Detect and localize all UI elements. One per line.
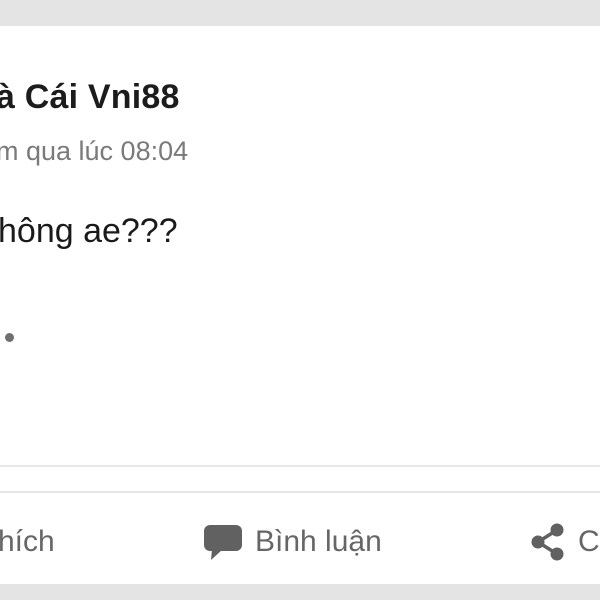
post-card: à Cái Vni88 m qua lúc 08:04 hông ae??? h… (0, 26, 600, 584)
post-text: hông ae??? (0, 212, 178, 250)
comment-bubble-icon (203, 523, 243, 561)
bullet-dot (5, 333, 14, 342)
comment-button[interactable]: Bình luận (203, 522, 382, 562)
share-icon (530, 523, 566, 561)
like-label: hích (0, 525, 55, 558)
author-name[interactable]: à Cái Vni88 (0, 78, 180, 117)
divider (0, 465, 600, 467)
like-button[interactable]: hích (0, 522, 55, 562)
comment-label: Bình luận (255, 525, 382, 558)
post-timestamp[interactable]: m qua lúc 08:04 (0, 136, 188, 167)
divider (0, 491, 600, 493)
share-label: C (578, 525, 600, 558)
share-button[interactable]: C (530, 522, 600, 562)
